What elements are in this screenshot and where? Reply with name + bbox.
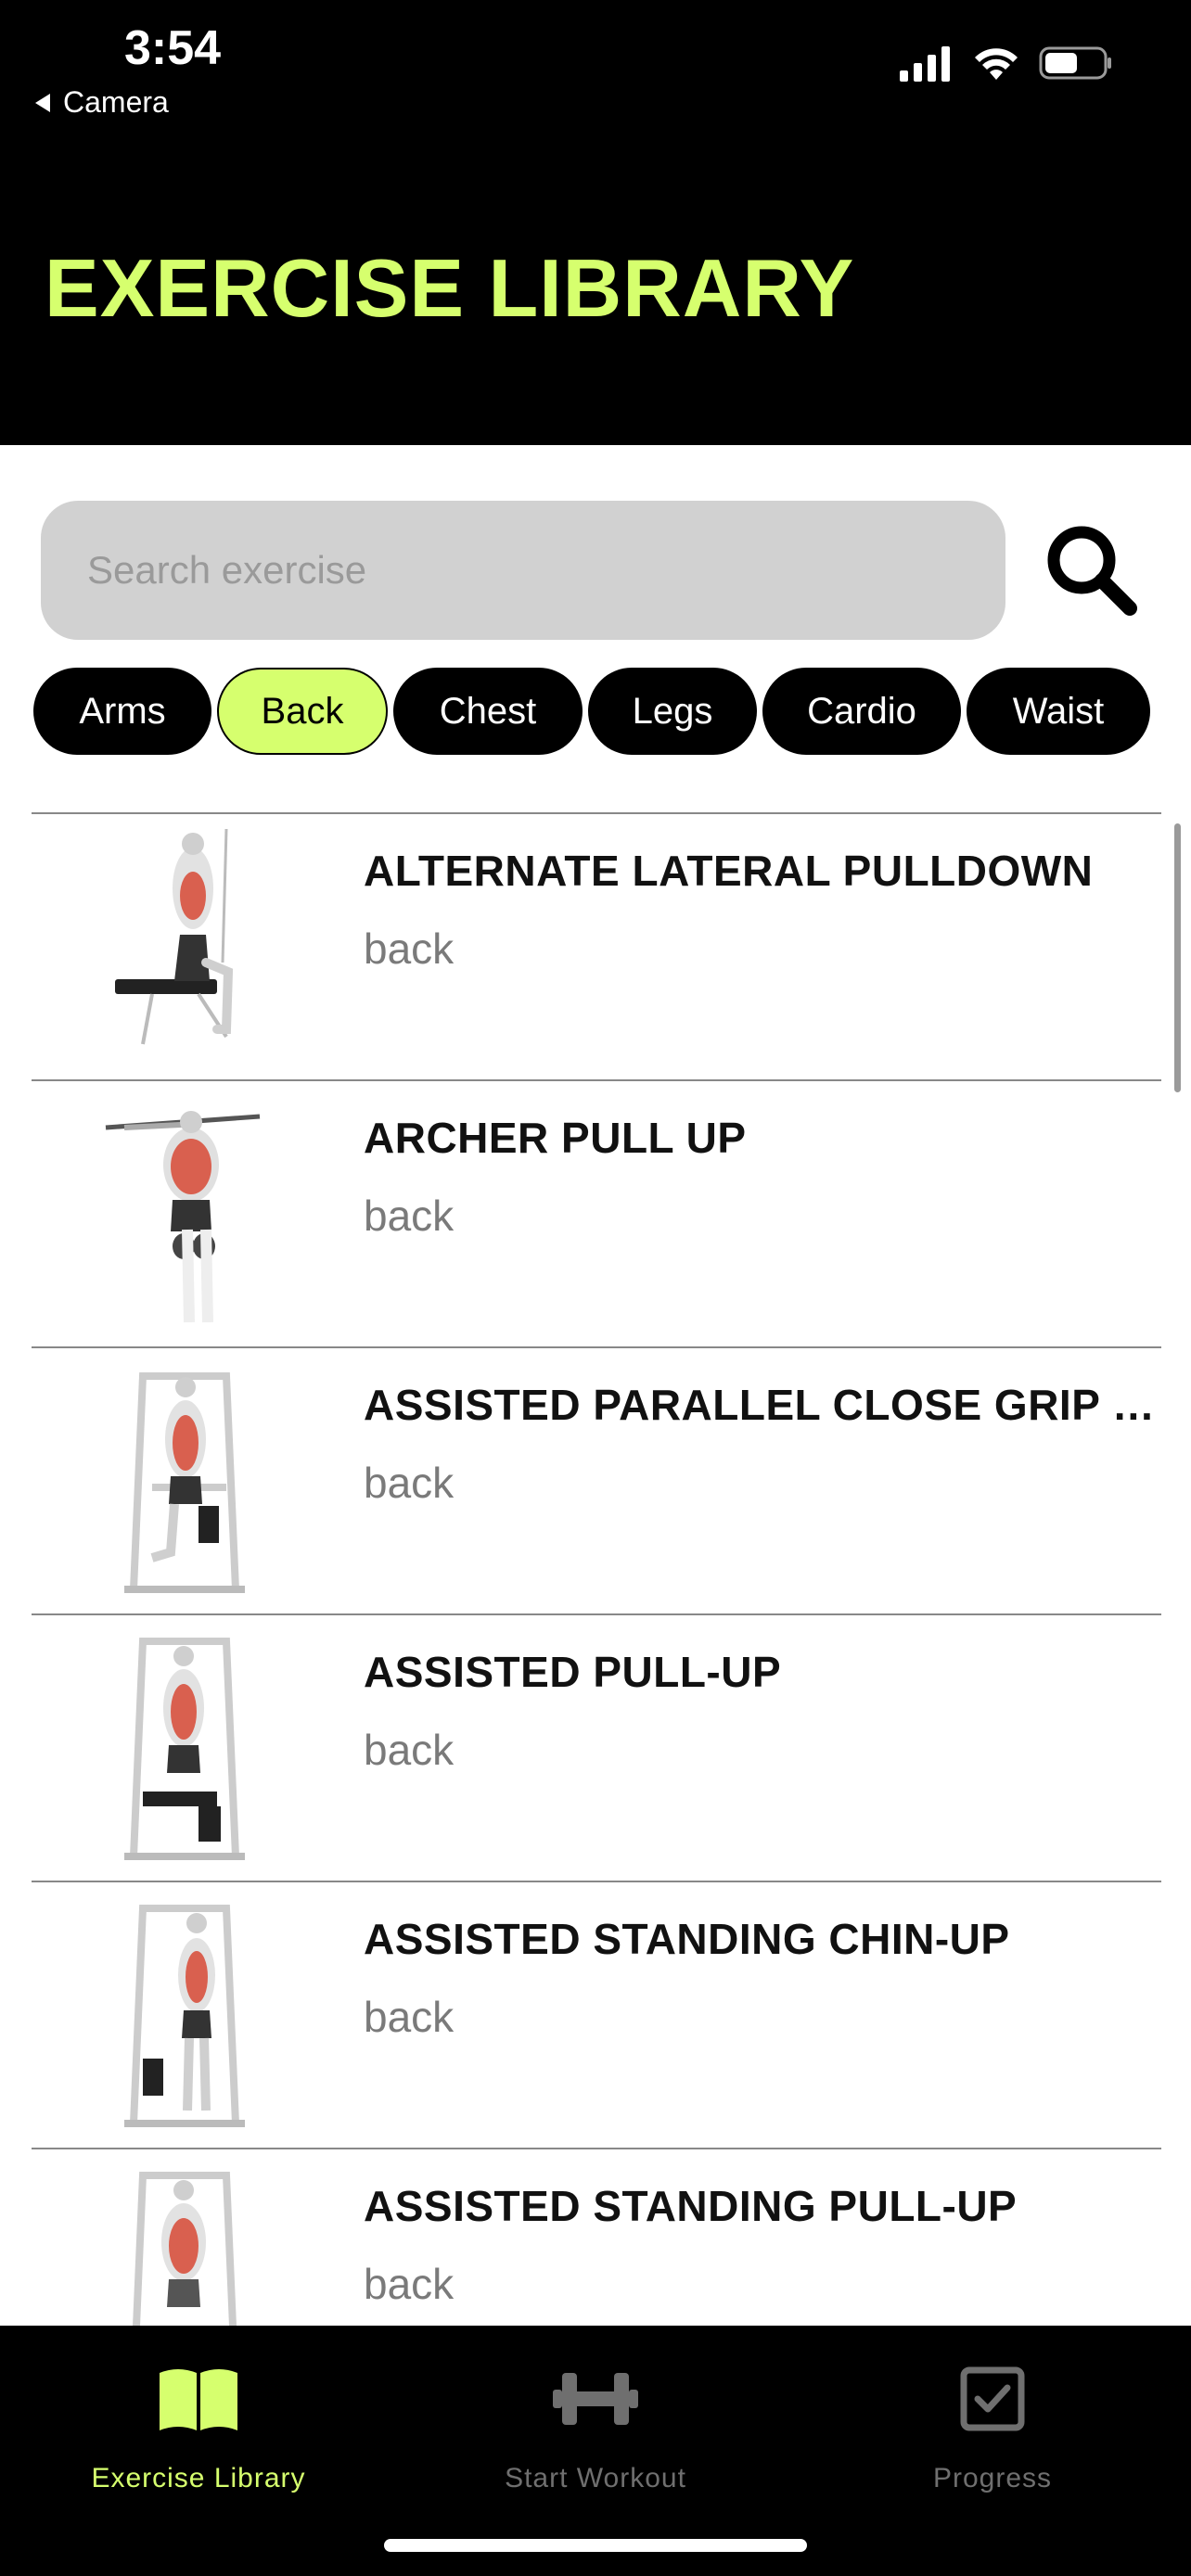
exercise-name: ALTERNATE LATERAL PULLDOWN [364, 847, 1094, 895]
exercise-body-part: back [364, 1459, 455, 1507]
status-icons [898, 45, 1113, 82]
home-indicator[interactable] [384, 2539, 807, 2552]
exercise-thumbnail [115, 828, 234, 1045]
exercise-body-part: back [364, 925, 455, 973]
exercise-name: ARCHER PULL UP [364, 1114, 747, 1162]
exercise-body-part: back [364, 1192, 455, 1240]
search-icon[interactable] [1043, 521, 1139, 618]
exercise-name: ASSISTED PARALLEL CLOSE GRIP PULL-UP [364, 1381, 1161, 1429]
battery-icon [1039, 46, 1111, 80]
page-title: EXERCISE LIBRARY [45, 242, 855, 334]
exercise-body-part: back [364, 1726, 455, 1774]
filter-chip-cardio[interactable]: Cardio [762, 668, 961, 755]
exercise-row[interactable]: ASSISTED STANDING PULL-UP back [32, 2148, 1161, 2326]
exercise-list[interactable]: ALTERNATE LATERAL PULLDOWN back ARCHER P… [32, 812, 1161, 2326]
search-input[interactable] [41, 501, 1005, 640]
back-to-camera-link[interactable]: Camera [35, 85, 169, 120]
exercise-thumbnail [124, 1905, 245, 2127]
back-triangle-icon [35, 93, 50, 112]
header: 3:54 Camera EXERCISE LIBRARY [0, 0, 1191, 445]
filter-chip-arms[interactable]: Arms [33, 668, 211, 755]
exercise-row[interactable]: ASSISTED STANDING CHIN-UP back [32, 1881, 1161, 2148]
exercise-thumbnail [124, 1372, 245, 1593]
filter-chip-back[interactable]: Back [217, 668, 388, 755]
tab-progress[interactable]: Progress [794, 2326, 1191, 2511]
exercise-body-part: back [364, 1993, 455, 2041]
list-scrollbar[interactable] [1174, 823, 1181, 1092]
exercise-thumbnail [133, 2172, 237, 2326]
category-filter-bar: Arms Back Chest Legs Cardio Waist [33, 668, 1174, 755]
filter-chip-waist[interactable]: Waist [967, 668, 1150, 755]
exercise-row[interactable]: ARCHER PULL UP back [32, 1079, 1161, 1346]
status-time: 3:54 [124, 21, 222, 75]
back-camera-label: Camera [63, 85, 169, 119]
tab-label: Progress [932, 2463, 1053, 2493]
exercise-row[interactable]: ALTERNATE LATERAL PULLDOWN back [32, 812, 1161, 1079]
exercise-body-part: back [364, 2260, 455, 2308]
exercise-row[interactable]: ASSISTED PARALLEL CLOSE GRIP PULL-UP bac… [32, 1346, 1161, 1613]
dumbbell-icon [544, 2357, 647, 2441]
book-icon [147, 2357, 250, 2441]
tab-label: Start Workout [505, 2463, 686, 2493]
exercise-name: ASSISTED STANDING CHIN-UP [364, 1915, 1010, 1963]
exercise-thumbnail [105, 1111, 261, 1323]
cellular-signal-icon [900, 46, 950, 82]
wifi-icon [975, 48, 1018, 80]
exercise-thumbnail [124, 1638, 245, 1860]
tab-start-workout[interactable]: Start Workout [397, 2326, 794, 2511]
filter-chip-chest[interactable]: Chest [393, 668, 583, 755]
checkbox-icon [941, 2357, 1044, 2441]
exercise-name: ASSISTED STANDING PULL-UP [364, 2182, 1018, 2230]
tab-exercise-library[interactable]: Exercise Library [0, 2326, 397, 2511]
tab-label: Exercise Library [91, 2463, 306, 2493]
filter-chip-legs[interactable]: Legs [588, 668, 757, 755]
exercise-name: ASSISTED PULL-UP [364, 1648, 782, 1696]
exercise-row[interactable]: ASSISTED PULL-UP back [32, 1613, 1161, 1881]
